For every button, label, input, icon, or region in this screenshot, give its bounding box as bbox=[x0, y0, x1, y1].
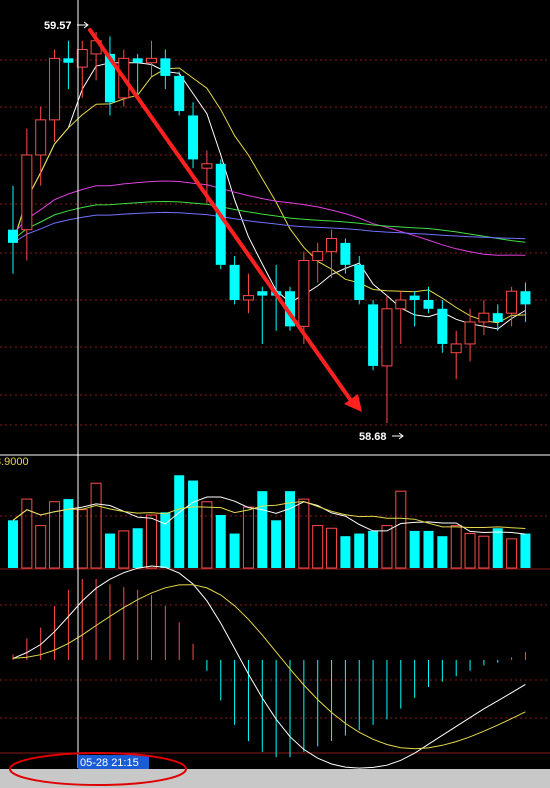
candle-body bbox=[395, 299, 407, 310]
candle bbox=[368, 300, 379, 371]
candle-body bbox=[229, 264, 240, 300]
candle-body bbox=[201, 163, 213, 169]
volume-bar bbox=[132, 528, 143, 568]
candle-body bbox=[63, 58, 74, 63]
candle-body bbox=[381, 308, 393, 367]
volume-bar bbox=[229, 533, 240, 568]
candle-body bbox=[257, 291, 268, 296]
volume-bar bbox=[174, 475, 185, 568]
candle-body bbox=[368, 304, 379, 366]
low-price-label: 58.68 bbox=[359, 431, 387, 443]
volume-bar bbox=[437, 536, 448, 568]
candle bbox=[174, 71, 185, 116]
candle-body bbox=[160, 58, 171, 76]
volume-bar bbox=[492, 528, 503, 568]
candle-body bbox=[35, 119, 47, 156]
volume-bar bbox=[423, 530, 434, 568]
candle-body bbox=[326, 237, 338, 253]
candle-body bbox=[464, 321, 476, 345]
candle-body bbox=[188, 115, 199, 160]
candle-body bbox=[312, 251, 324, 261]
volume-bar bbox=[188, 480, 199, 568]
volume-bar bbox=[409, 530, 420, 568]
candle-body bbox=[298, 259, 310, 327]
volume-bar bbox=[354, 533, 365, 568]
candle-body bbox=[478, 312, 490, 323]
volume-value-label: 3.9000 bbox=[0, 456, 29, 468]
candle-body bbox=[76, 49, 88, 68]
candle-body bbox=[354, 264, 365, 300]
volume-bar bbox=[368, 530, 379, 568]
candle-body bbox=[21, 154, 33, 231]
candle-body bbox=[506, 290, 518, 314]
candle-body bbox=[437, 308, 448, 344]
volume-bar bbox=[340, 536, 351, 568]
candle-body bbox=[174, 75, 185, 112]
crosshair-time-label: 05-28 21:15 bbox=[80, 757, 139, 769]
candle-body bbox=[49, 57, 61, 121]
volume-bar bbox=[257, 491, 268, 568]
candle-body bbox=[450, 343, 462, 354]
volume-bar bbox=[520, 533, 531, 568]
candle-body bbox=[409, 295, 420, 300]
candle-body bbox=[132, 58, 143, 63]
candle-body bbox=[8, 229, 18, 243]
candle-body bbox=[242, 295, 254, 301]
volume-bar bbox=[104, 533, 115, 568]
candle-body bbox=[520, 291, 531, 305]
candle-body bbox=[146, 57, 157, 64]
volume-bar bbox=[8, 520, 18, 568]
volume-bar bbox=[271, 520, 282, 568]
candle-body bbox=[492, 313, 503, 322]
candlestick-chart: 59.57 58.68 3.9000 05-28 21:15 bbox=[0, 0, 550, 788]
candle-body bbox=[423, 300, 434, 309]
volume-bar bbox=[215, 515, 226, 568]
candle-body bbox=[340, 242, 351, 265]
high-price-label: 59.57 bbox=[44, 20, 72, 32]
